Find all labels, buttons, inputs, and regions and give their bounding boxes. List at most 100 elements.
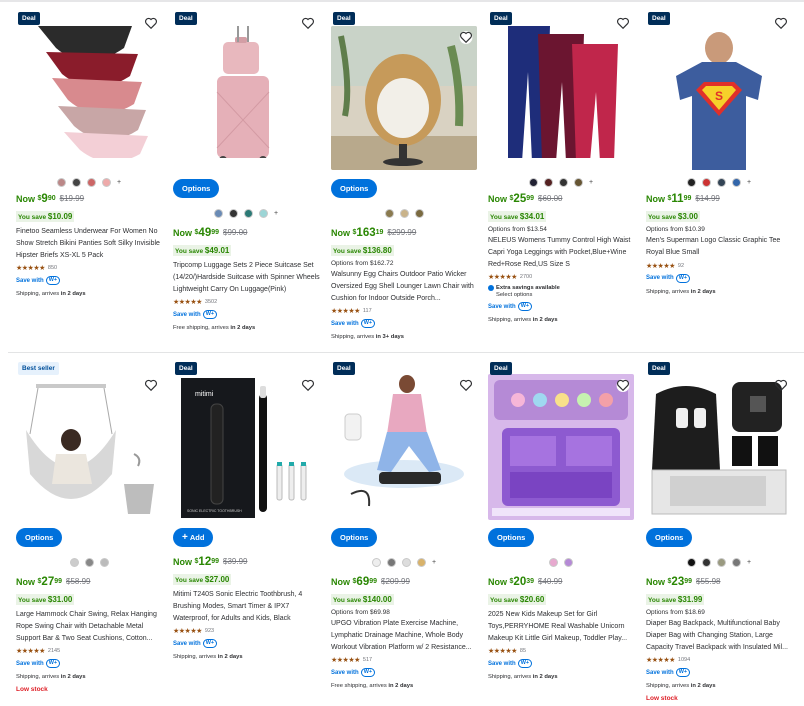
select-options-link[interactable]: Select options xyxy=(496,292,636,298)
heart-icon[interactable] xyxy=(459,378,473,392)
product-image-underwear[interactable] xyxy=(16,12,162,158)
product-image-hammock-chair[interactable] xyxy=(16,374,162,520)
swatch[interactable] xyxy=(686,557,696,567)
swatch[interactable] xyxy=(71,177,81,187)
save-with-walmart-plus[interactable]: Save with W+ xyxy=(488,302,636,312)
swatch[interactable] xyxy=(228,208,238,218)
was-price: $60.00 xyxy=(538,194,563,203)
swatch[interactable] xyxy=(399,208,409,218)
product-title[interactable]: Mitimi T240S Sonic Electric Toothbrush, … xyxy=(173,589,321,624)
heart-icon[interactable] xyxy=(774,16,788,30)
product-image-vibration-plate[interactable] xyxy=(331,374,477,520)
save-with-walmart-plus[interactable]: Save with W+ xyxy=(173,310,321,320)
swatch[interactable] xyxy=(101,177,111,187)
product-image-tshirt[interactable]: S xyxy=(646,26,792,170)
swatch[interactable] xyxy=(716,557,726,567)
swatch[interactable] xyxy=(528,177,538,187)
more-swatches-icon[interactable]: + xyxy=(432,559,436,566)
more-swatches-icon[interactable]: + xyxy=(274,210,278,217)
product-image-egg-chair[interactable] xyxy=(331,26,477,170)
product-card[interactable]: Deal + Now $990 $19.99 You save $10.09 F… xyxy=(16,12,162,342)
product-card[interactable]: Deal + Now $2599 $60.00 You save $34.01 … xyxy=(488,12,634,342)
heart-icon[interactable] xyxy=(616,378,630,392)
shipping-info: Shipping, arrives in 3+ days xyxy=(331,334,404,341)
price-row: Now $1299 $39.99 xyxy=(173,555,321,569)
swatch[interactable] xyxy=(258,208,268,218)
product-title[interactable]: 2025 New Kids Makeup Set for Girl Toys,P… xyxy=(488,609,636,644)
heart-icon[interactable] xyxy=(144,378,158,392)
swatch[interactable] xyxy=(716,177,726,187)
add-to-cart-button[interactable]: + Add xyxy=(173,528,214,547)
product-image-makeup-set[interactable] xyxy=(488,374,634,520)
more-swatches-icon[interactable]: + xyxy=(747,179,751,186)
heart-icon[interactable] xyxy=(459,30,473,44)
product-title[interactable]: UPGO Vibration Plate Exercise Machine, L… xyxy=(331,618,479,653)
product-card[interactable]: Deal Options + Now $6999 $209.99 You sav… xyxy=(331,362,477,702)
product-image-leggings[interactable] xyxy=(488,12,634,158)
save-with-walmart-plus[interactable]: Save with W+ xyxy=(646,668,794,678)
options-button[interactable]: Options xyxy=(488,528,535,547)
swatch[interactable] xyxy=(558,177,568,187)
product-title[interactable]: Diaper Bag Backpack, Multifunctional Bab… xyxy=(646,618,794,653)
product-card[interactable]: Deal Options Now $2039 $40.99 You save $… xyxy=(488,362,634,702)
save-with-walmart-plus[interactable]: Save with W+ xyxy=(331,319,479,329)
more-swatches-icon[interactable]: + xyxy=(117,179,121,186)
product-title[interactable]: Tripcomp Luggage Sets 2 Piece Suitcase S… xyxy=(173,260,321,295)
swatch[interactable] xyxy=(416,557,426,567)
save-with-walmart-plus[interactable]: Save with W+ xyxy=(331,668,479,678)
save-with-walmart-plus[interactable]: Save with W+ xyxy=(173,639,321,649)
more-swatches-icon[interactable]: + xyxy=(589,179,593,186)
swatch[interactable] xyxy=(573,177,583,187)
heart-icon[interactable] xyxy=(774,378,788,392)
heart-icon[interactable] xyxy=(301,378,315,392)
swatch[interactable] xyxy=(564,557,573,567)
plus-icon: + xyxy=(182,532,188,543)
product-image-luggage[interactable] xyxy=(173,12,319,158)
heart-icon[interactable] xyxy=(144,16,158,30)
swatch[interactable] xyxy=(99,557,109,567)
swatch[interactable] xyxy=(213,208,223,218)
swatch[interactable] xyxy=(243,208,253,218)
heart-icon[interactable] xyxy=(616,16,630,30)
swatch[interactable] xyxy=(686,177,696,187)
heart-icon[interactable] xyxy=(301,16,315,30)
product-card[interactable]: S Deal + Now $1199 $14.99 You save $3.00… xyxy=(646,12,792,342)
swatch[interactable] xyxy=(543,177,553,187)
product-card[interactable]: Deal Options + Now $4999 $99.00 You save… xyxy=(173,12,321,342)
save-with-walmart-plus[interactable]: Save with W+ xyxy=(488,659,636,669)
swatch[interactable] xyxy=(371,557,381,567)
options-button[interactable]: Options xyxy=(331,179,378,198)
options-button[interactable]: Options xyxy=(646,528,693,547)
swatch[interactable] xyxy=(701,177,711,187)
product-card[interactable]: mitimi SONIC ELECTRIC TOOTHBRUSH Deal + A… xyxy=(173,362,319,702)
options-button[interactable]: Options xyxy=(16,528,63,547)
save-with-walmart-plus[interactable]: Save with W+ xyxy=(16,659,164,669)
product-title[interactable]: Men's Superman Logo Classic Graphic Tee … xyxy=(646,235,794,259)
swatch[interactable] xyxy=(731,557,741,567)
options-button[interactable]: Options xyxy=(331,528,378,547)
save-with-walmart-plus[interactable]: Save with W+ xyxy=(646,273,794,283)
product-title[interactable]: Large Hammock Chair Swing, Relax Hanging… xyxy=(16,609,164,644)
product-card[interactable]: Best seller Options Now $2799 $58.99 You… xyxy=(16,362,162,702)
product-image-toothbrush[interactable]: mitimi SONIC ELECTRIC TOOTHBRUSH xyxy=(173,374,319,520)
swatch[interactable] xyxy=(84,557,94,567)
swatch[interactable] xyxy=(86,177,96,187)
product-title[interactable]: NELEUS Womens Tummy Control High Waist C… xyxy=(488,235,636,270)
swatch[interactable] xyxy=(386,557,396,567)
product-title[interactable]: Finetoo Seamless Underwear For Women No … xyxy=(16,226,164,261)
save-with-walmart-plus[interactable]: Save with W+ xyxy=(16,276,164,286)
swatch[interactable] xyxy=(414,208,424,218)
swatch[interactable] xyxy=(731,177,741,187)
product-card[interactable]: Deal Options + Now $2399 $55.98 You save… xyxy=(646,362,792,702)
product-image-diaper-bag[interactable] xyxy=(646,374,792,520)
swatch[interactable] xyxy=(549,557,558,567)
swatch[interactable] xyxy=(401,557,411,567)
swatch[interactable] xyxy=(56,177,66,187)
options-button[interactable]: Options xyxy=(173,179,220,198)
swatch[interactable] xyxy=(701,557,711,567)
more-swatches-icon[interactable]: + xyxy=(747,559,751,566)
swatch[interactable] xyxy=(69,557,79,567)
product-card[interactable]: Deal Options Now $16319 $299.99 You save… xyxy=(331,12,477,342)
product-title[interactable]: Walsunny Egg Chairs Outdoor Patio Wicker… xyxy=(331,269,479,304)
swatch[interactable] xyxy=(384,208,394,218)
